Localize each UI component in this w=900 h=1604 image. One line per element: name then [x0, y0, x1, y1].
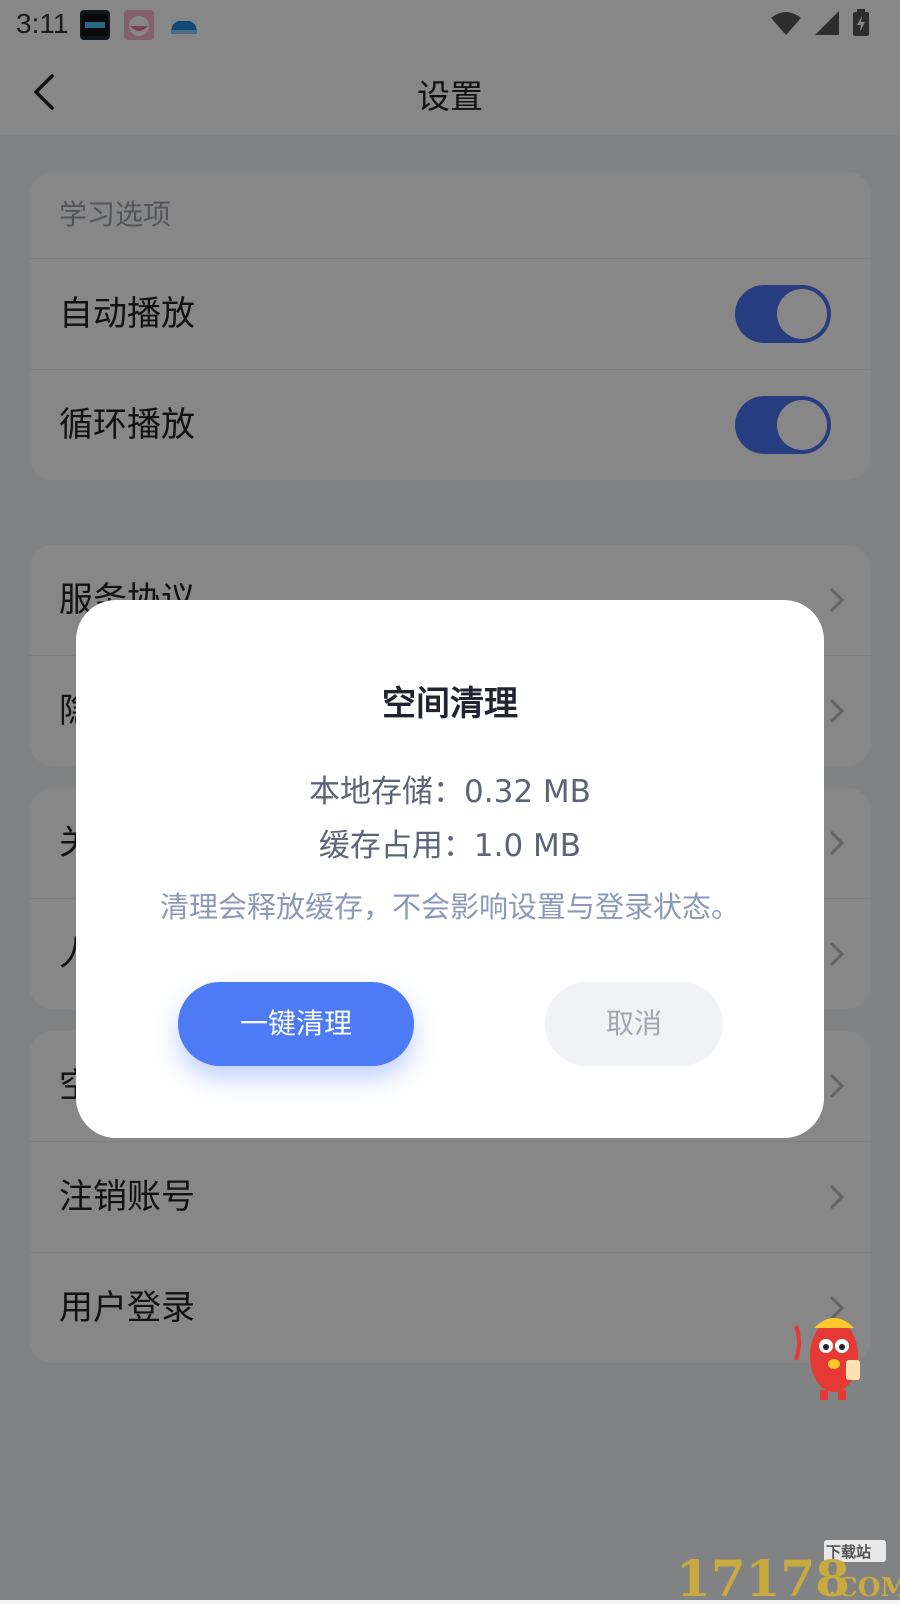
local-storage-text: 本地存储：0.32 MB: [309, 774, 591, 810]
one-click-clean-button[interactable]: 一键清理: [178, 982, 414, 1066]
site-watermark-logo: 下载站 17178 .COM: [676, 1538, 900, 1604]
cancel-button[interactable]: 取消: [545, 982, 723, 1066]
watermark-number: 17178: [676, 1549, 850, 1600]
dialog-note: 清理会释放缓存，不会影响设置与登录状态。: [159, 890, 740, 924]
dialog-title: 空间清理: [382, 684, 518, 724]
cache-usage-text: 缓存占用：1.0 MB: [318, 828, 582, 864]
watermark-suffix: .COM: [828, 1573, 900, 1600]
space-cleanup-dialog: 空间清理 本地存储：0.32 MB 缓存占用：1.0 MB 清理会释放缓存，不会…: [76, 600, 824, 1138]
red-packet-mascot-icon[interactable]: [790, 1302, 866, 1402]
